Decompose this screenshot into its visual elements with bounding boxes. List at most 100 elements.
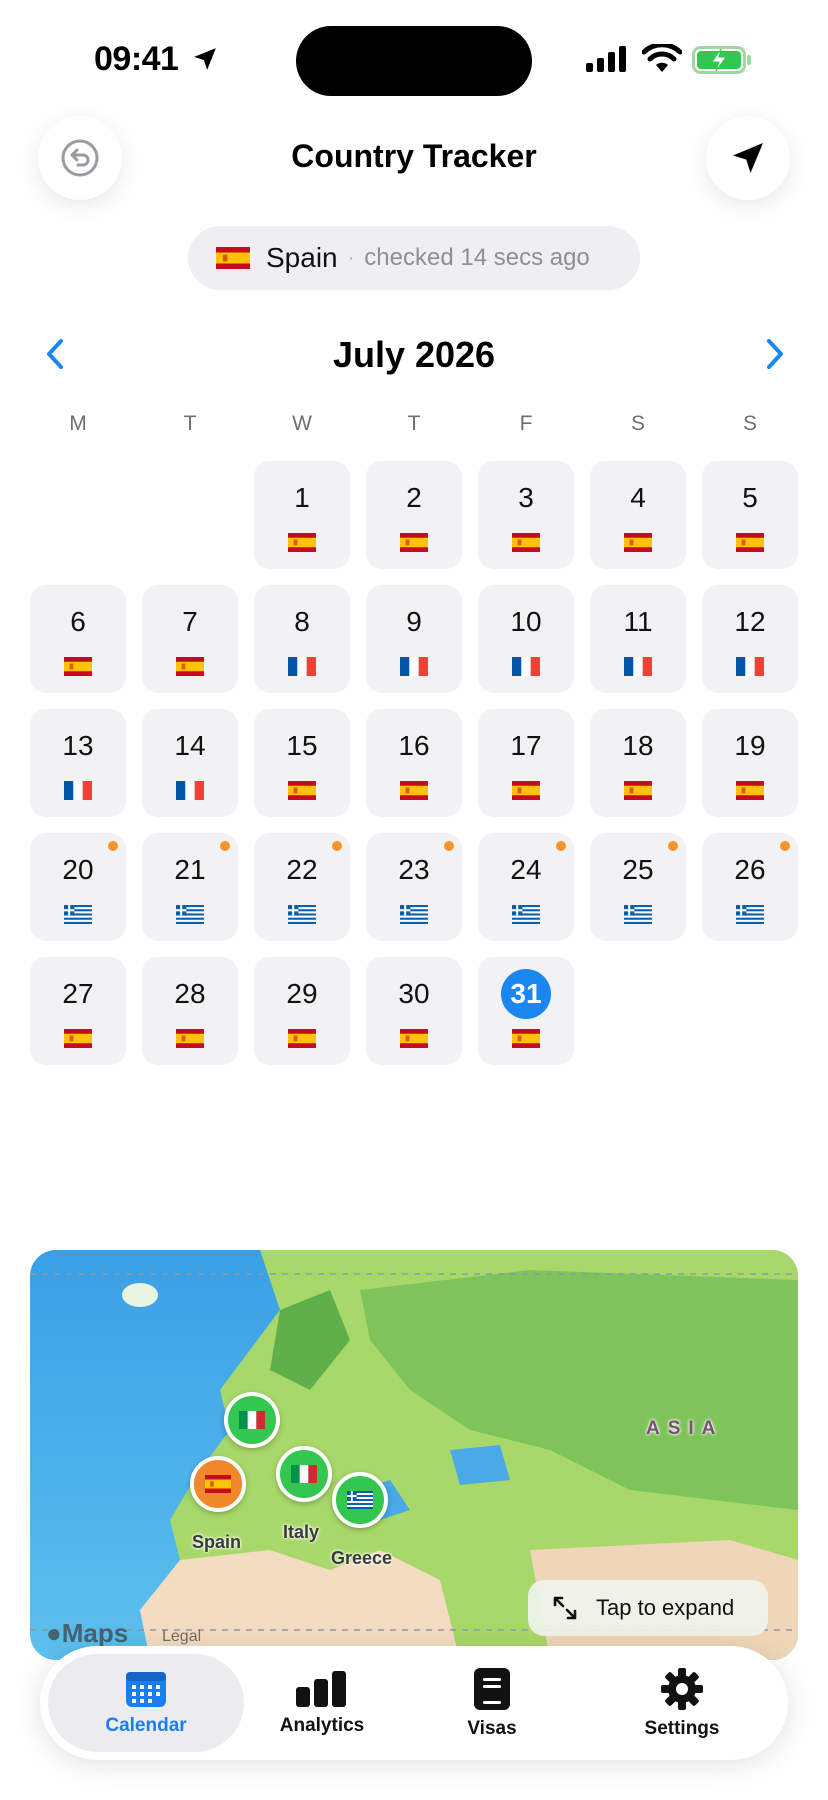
calendar-day[interactable]: 16 <box>366 709 462 817</box>
day-number: 28 <box>174 978 206 1009</box>
last-checked-text: checked 14 secs ago <box>364 244 590 271</box>
calendar-day[interactable]: 28 <box>142 957 238 1065</box>
calendar-day[interactable]: 22 <box>254 833 350 941</box>
weekday-label: S <box>742 412 757 435</box>
status-time: 09:41 <box>94 40 179 78</box>
tab-analytics[interactable]: Analytics <box>236 1654 408 1752</box>
event-dot <box>668 841 678 851</box>
calendar-day[interactable]: 6 <box>30 585 126 693</box>
calendar-day[interactable]: 21 <box>142 833 238 941</box>
wifi-icon <box>642 44 682 72</box>
greece-flag-icon <box>736 905 764 924</box>
tab-calendar[interactable]: Calendar <box>48 1654 244 1752</box>
day-number: 16 <box>398 730 430 761</box>
weekday-label: W <box>292 412 312 435</box>
italy-flag-icon <box>239 1411 265 1429</box>
day-number: 6 <box>70 606 86 637</box>
calendar-day[interactable]: 9 <box>366 585 462 693</box>
current-country-name: Spain <box>266 242 338 273</box>
locate-button[interactable] <box>706 116 790 200</box>
day-number: 18 <box>622 730 654 761</box>
map-pin-italy[interactable] <box>276 1446 332 1502</box>
calendar-day[interactable]: 26 <box>702 833 798 941</box>
tab-visas[interactable]: Visas <box>420 1654 564 1752</box>
calendar-day[interactable]: 18 <box>590 709 686 817</box>
calendar-day[interactable]: 14 <box>142 709 238 817</box>
day-number: 25 <box>622 854 654 885</box>
calendar-day[interactable]: 1 <box>254 461 350 569</box>
calendar-day[interactable]: 15 <box>254 709 350 817</box>
day-number: 20 <box>62 854 94 885</box>
spain-flag-icon <box>216 247 250 269</box>
spain-flag-icon <box>512 533 540 552</box>
spain-flag-icon <box>176 1029 204 1048</box>
calendar-day[interactable]: 17 <box>478 709 574 817</box>
calendar-day[interactable]: 13 <box>30 709 126 817</box>
france-flag-icon <box>624 657 652 676</box>
calendar-day[interactable]: 24 <box>478 833 574 941</box>
calendar-day[interactable]: 3 <box>478 461 574 569</box>
tab-label: Analytics <box>279 1715 365 1736</box>
calendar-day[interactable]: 19 <box>702 709 798 817</box>
cellular-signal-icon <box>586 46 626 72</box>
day-number: 9 <box>406 606 422 637</box>
day-number: 21 <box>174 854 206 885</box>
spain-flag-icon <box>736 533 764 552</box>
calendar-day[interactable]: 29 <box>254 957 350 1065</box>
dynamic-island <box>296 26 532 96</box>
calendar-day[interactable]: 23 <box>366 833 462 941</box>
legal-link[interactable]: Legal <box>162 1628 201 1646</box>
calendar-day[interactable]: 25 <box>590 833 686 941</box>
calendar-day[interactable]: 27 <box>30 957 126 1065</box>
france-flag-icon <box>64 781 92 800</box>
map-pin-italy[interactable] <box>224 1392 280 1448</box>
calendar-day[interactable]: 7 <box>142 585 238 693</box>
tab-label: Calendar <box>105 1715 187 1736</box>
tap-to-expand-button[interactable]: Tap to expand <box>528 1580 768 1636</box>
day-number: 3 <box>518 482 534 513</box>
day-number: 26 <box>734 854 766 885</box>
map-label-spain: Spain <box>192 1532 242 1552</box>
calendar-day[interactable]: 4 <box>590 461 686 569</box>
region-label: ASIA <box>646 1418 724 1439</box>
calendar-day[interactable]: 11 <box>590 585 686 693</box>
italy-flag-icon <box>291 1465 317 1483</box>
day-number: 1 <box>294 482 310 513</box>
event-dot <box>444 841 454 851</box>
france-flag-icon <box>288 657 316 676</box>
day-number: 11 <box>623 606 653 637</box>
day-number: 15 <box>286 730 318 761</box>
map-preview[interactable]: ASIA Spain Italy Greece ●Maps Legal Tap … <box>30 1250 798 1660</box>
next-month-button[interactable] <box>762 336 788 372</box>
map-label-greece: Greece <box>331 1548 393 1568</box>
greece-flag-icon <box>347 1491 373 1509</box>
spain-flag-icon <box>288 533 316 552</box>
day-number: 19 <box>734 730 766 761</box>
tab-settings[interactable]: Settings <box>604 1654 760 1752</box>
day-number: 27 <box>62 978 94 1009</box>
battery-charging-icon <box>692 46 751 74</box>
tab-label: Visas <box>467 1718 517 1739</box>
calendar-day[interactable]: 5 <box>702 461 798 569</box>
day-number: 8 <box>294 606 310 637</box>
weekday-label: S <box>630 412 645 435</box>
map-pin-spain[interactable] <box>190 1456 246 1512</box>
weekday-header: M T W T F S S <box>30 412 798 436</box>
map-pin-greece[interactable] <box>332 1472 388 1528</box>
greece-flag-icon <box>176 905 204 924</box>
spain-flag-icon <box>736 781 764 800</box>
calendar-day[interactable]: 30 <box>366 957 462 1065</box>
calendar-day-today[interactable]: 31 <box>478 957 574 1065</box>
calendar-day[interactable]: 8 <box>254 585 350 693</box>
spain-flag-icon <box>288 1029 316 1048</box>
calendar-day[interactable]: 12 <box>702 585 798 693</box>
passport-icon <box>474 1668 510 1710</box>
france-flag-icon <box>400 657 428 676</box>
current-country-pill[interactable]: Spain · checked 14 secs ago <box>188 226 640 290</box>
calendar-day[interactable]: 2 <box>366 461 462 569</box>
calendar-day[interactable]: 20 <box>30 833 126 941</box>
calendar-day[interactable]: 10 <box>478 585 574 693</box>
apple-maps-logo: ●Maps <box>46 1618 128 1649</box>
location-arrow-icon <box>733 143 763 173</box>
weekday-label: F <box>519 412 533 435</box>
